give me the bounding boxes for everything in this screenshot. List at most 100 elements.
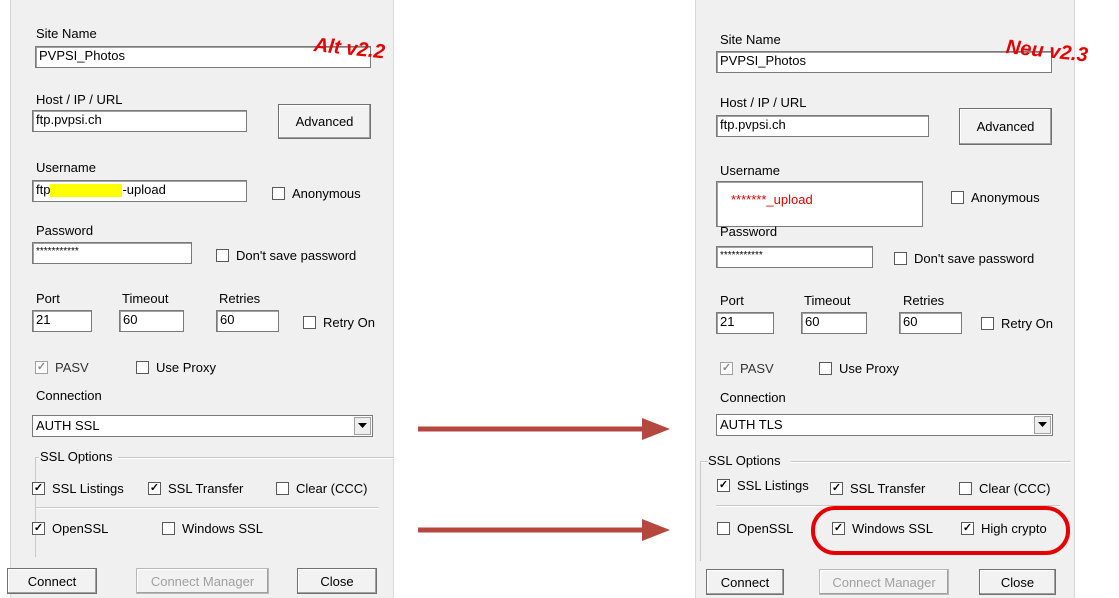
group-border bbox=[791, 461, 1071, 463]
retry-on-label: Retry On bbox=[1001, 316, 1054, 331]
ssl-options-label: SSL Options bbox=[708, 453, 781, 468]
windows-ssl-checkbox[interactable]: Windows SSL bbox=[162, 521, 263, 536]
use-proxy-checkbox[interactable]: Use Proxy bbox=[136, 360, 216, 375]
timeout-input[interactable]: 60 bbox=[119, 310, 184, 332]
timeout-label: Timeout bbox=[122, 291, 169, 306]
timeout-input[interactable]: 60 bbox=[801, 312, 867, 334]
checkbox-box bbox=[216, 249, 229, 262]
site-name-label: Site Name bbox=[36, 26, 97, 41]
connect-button[interactable]: Connect bbox=[706, 569, 784, 595]
anonymous-checkbox[interactable]: Anonymous bbox=[272, 186, 361, 201]
use-proxy-label: Use Proxy bbox=[839, 361, 899, 376]
pasv-checkbox[interactable]: ✓ PASV bbox=[35, 360, 89, 375]
checkbox-box bbox=[136, 361, 149, 374]
old-dialog-panel: Site Name PVPSI_Photos Host / IP / URL f… bbox=[7, 0, 394, 598]
retries-label: Retries bbox=[219, 291, 261, 306]
use-proxy-label: Use Proxy bbox=[156, 360, 216, 375]
ssl-transfer-checkbox[interactable]: ✓ SSL Transfer bbox=[148, 481, 243, 496]
connection-select[interactable]: AUTH TLS bbox=[716, 414, 1053, 436]
windows-ssl-label: Windows SSL bbox=[182, 521, 263, 536]
dont-save-password-label: Don't save password bbox=[236, 248, 357, 263]
ssl-listings-checkbox[interactable]: ✓ SSL Listings bbox=[717, 478, 809, 493]
password-input[interactable]: *********** bbox=[716, 246, 873, 268]
retry-on-label: Retry On bbox=[323, 315, 376, 330]
ssl-transfer-label: SSL Transfer bbox=[168, 481, 244, 496]
connection-value: AUTH TLS bbox=[720, 417, 783, 432]
clear-ccc-label: Clear (CCC) bbox=[296, 481, 368, 496]
retries-input[interactable]: 60 bbox=[216, 310, 279, 332]
clear-ccc-checkbox[interactable]: Clear (CCC) bbox=[959, 481, 1051, 496]
username-label: Username bbox=[720, 163, 780, 178]
retry-on-checkbox[interactable]: Retry On bbox=[303, 315, 375, 330]
checkbox-box bbox=[272, 187, 285, 200]
host-input[interactable]: ftp.pvpsi.ch bbox=[716, 115, 929, 137]
dont-save-password-checkbox[interactable]: Don't save password bbox=[216, 248, 356, 263]
check-icon: ✓ bbox=[32, 482, 45, 495]
host-input[interactable]: ftp.pvpsi.ch bbox=[32, 110, 247, 132]
username-input[interactable]: ftp -upload bbox=[32, 180, 247, 202]
chevron-down-icon[interactable] bbox=[354, 417, 371, 435]
clear-ccc-checkbox[interactable]: Clear (CCC) bbox=[276, 481, 368, 496]
openssl-label: OpenSSL bbox=[737, 521, 794, 536]
username-input[interactable]: *******_upload bbox=[716, 181, 923, 227]
checkbox-box bbox=[276, 482, 289, 495]
checkbox-box bbox=[819, 362, 832, 375]
openssl-checkbox[interactable]: ✓ OpenSSL bbox=[32, 521, 108, 536]
pasv-checkbox[interactable]: ✓ PASV bbox=[720, 361, 774, 376]
password-label: Password bbox=[720, 224, 778, 239]
dont-save-password-checkbox[interactable]: Don't save password bbox=[894, 251, 1034, 266]
advanced-button[interactable]: Advanced bbox=[959, 108, 1052, 145]
use-proxy-checkbox[interactable]: Use Proxy bbox=[819, 361, 899, 376]
connection-select[interactable]: AUTH SSL bbox=[32, 415, 373, 437]
group-border bbox=[700, 461, 708, 463]
openssl-checkbox[interactable]: OpenSSL bbox=[717, 521, 793, 536]
retries-label: Retries bbox=[903, 293, 945, 308]
connect-manager-button[interactable]: Connect Manager bbox=[136, 568, 269, 594]
ssl-listings-checkbox[interactable]: ✓ SSL Listings bbox=[32, 481, 124, 496]
group-border bbox=[700, 461, 701, 561]
checkbox-box bbox=[717, 522, 730, 535]
username-value: *******_upload bbox=[731, 192, 813, 207]
checkbox-box bbox=[959, 482, 972, 495]
dont-save-password-label: Don't save password bbox=[914, 251, 1035, 266]
redaction-highlight bbox=[50, 184, 123, 198]
site-name-input[interactable]: PVPSI_Photos bbox=[716, 51, 1052, 73]
checkbox-box bbox=[303, 316, 316, 329]
check-icon: ✓ bbox=[717, 479, 730, 492]
username-label: Username bbox=[36, 160, 96, 175]
password-input[interactable]: *********** bbox=[32, 242, 192, 264]
retry-on-checkbox[interactable]: Retry On bbox=[981, 316, 1053, 331]
port-input[interactable]: 21 bbox=[716, 312, 774, 334]
check-icon: ✓ bbox=[32, 522, 45, 535]
check-icon: ✓ bbox=[148, 482, 161, 495]
check-icon: ✓ bbox=[830, 482, 843, 495]
group-border bbox=[118, 457, 394, 459]
host-label: Host / IP / URL bbox=[720, 95, 807, 110]
openssl-label: OpenSSL bbox=[52, 521, 109, 536]
checkbox-box bbox=[162, 522, 175, 535]
advanced-button[interactable]: Advanced bbox=[278, 104, 371, 139]
username-suffix: -upload bbox=[122, 182, 166, 197]
password-label: Password bbox=[36, 223, 94, 238]
separator bbox=[36, 507, 379, 509]
connect-button[interactable]: Connect bbox=[7, 568, 97, 594]
checkbox-box bbox=[894, 252, 907, 265]
ssl-listings-label: SSL Listings bbox=[737, 478, 809, 493]
retries-input[interactable]: 60 bbox=[899, 312, 962, 334]
check-icon: ✓ bbox=[35, 361, 48, 374]
pasv-label: PASV bbox=[740, 361, 774, 376]
connect-manager-button[interactable]: Connect Manager bbox=[819, 569, 949, 595]
close-button[interactable]: Close bbox=[979, 569, 1056, 595]
close-button[interactable]: Close bbox=[297, 568, 377, 594]
ssl-transfer-checkbox[interactable]: ✓ SSL Transfer bbox=[830, 481, 925, 496]
timeout-label: Timeout bbox=[804, 293, 851, 308]
anonymous-checkbox[interactable]: Anonymous bbox=[951, 190, 1040, 205]
ssl-transfer-label: SSL Transfer bbox=[850, 481, 926, 496]
pasv-label: PASV bbox=[55, 360, 89, 375]
port-label: Port bbox=[720, 293, 744, 308]
site-name-label: Site Name bbox=[720, 32, 781, 47]
chevron-down-icon[interactable] bbox=[1034, 416, 1051, 434]
port-input[interactable]: 21 bbox=[32, 310, 92, 332]
clear-ccc-label: Clear (CCC) bbox=[979, 481, 1051, 496]
port-label: Port bbox=[36, 291, 60, 306]
